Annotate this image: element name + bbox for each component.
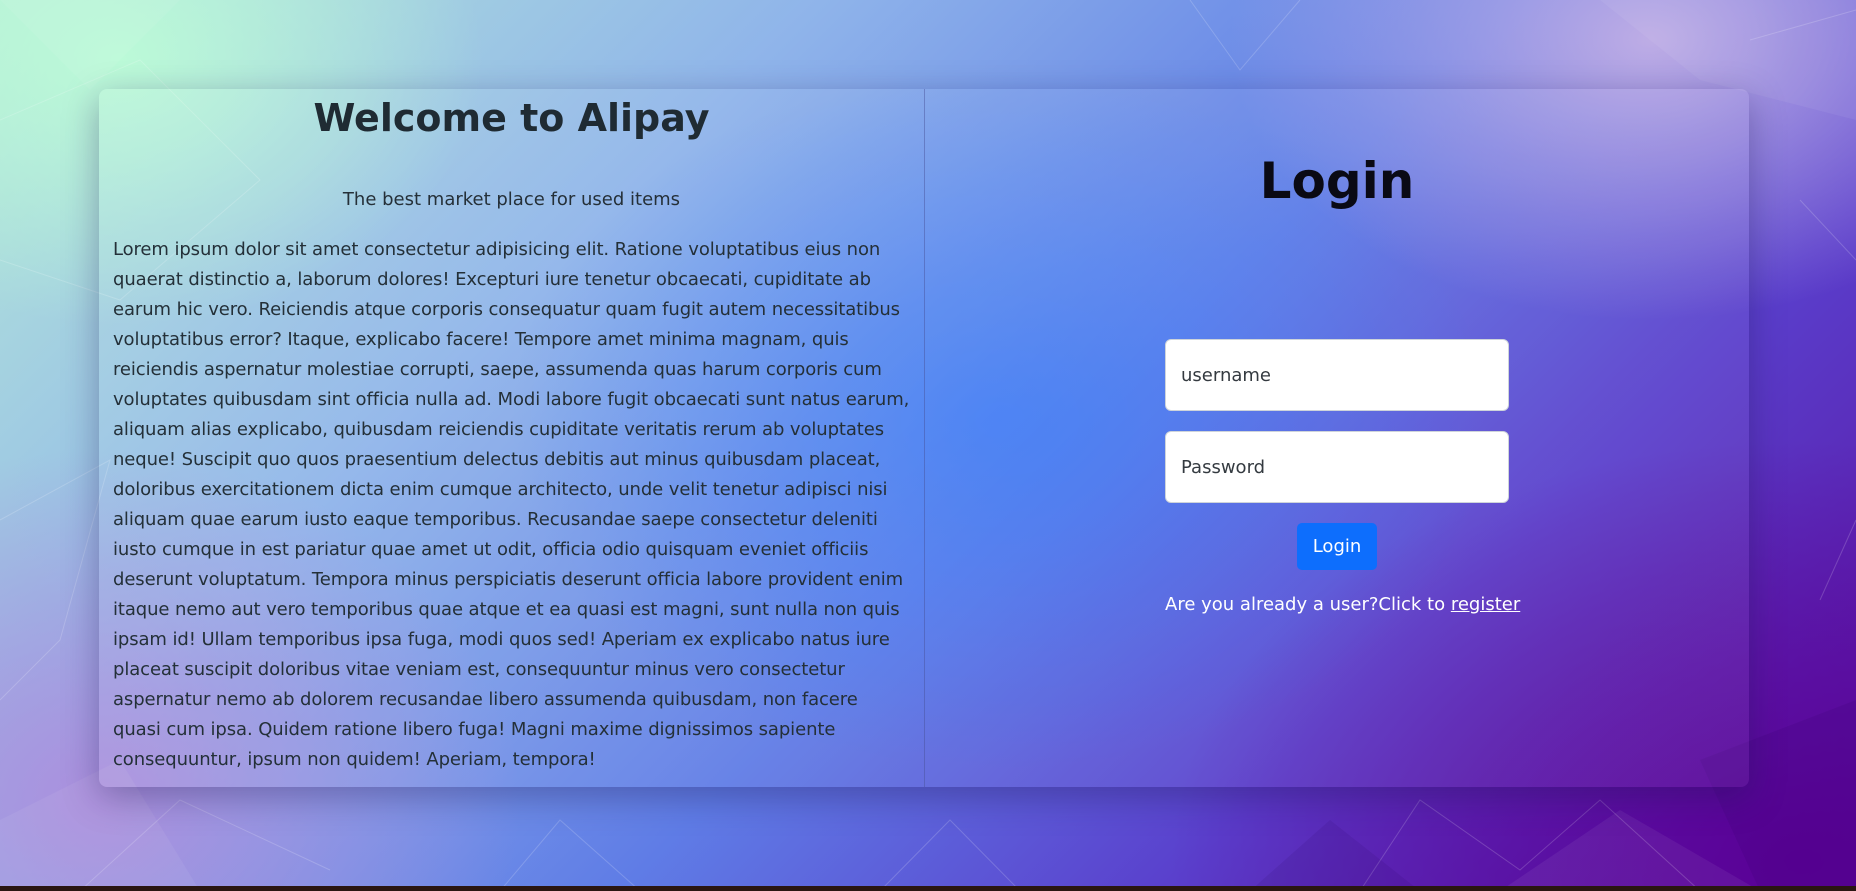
- login-button[interactable]: Login: [1296, 523, 1378, 570]
- welcome-title: Welcome to Alipay: [313, 96, 710, 140]
- login-panel: Login Login Are you already a user?Click…: [925, 89, 1749, 787]
- login-title: Login: [1259, 152, 1415, 210]
- description-text: Lorem ipsum dolor sit amet consectetur a…: [113, 239, 910, 770]
- username-input[interactable]: [1165, 339, 1509, 411]
- bottom-strip: [0, 886, 1856, 891]
- welcome-panel: Welcome to Alipay The best market place …: [99, 89, 925, 787]
- login-form: Login Are you already a user?Click to re…: [1165, 339, 1520, 618]
- tagline: The best market place for used items: [342, 189, 681, 210]
- register-prompt: Are you already a user?Click to register: [1165, 592, 1520, 618]
- register-prompt-text: Are you already a user?Click to: [1165, 594, 1451, 615]
- main-card: Welcome to Alipay The best market place …: [99, 89, 1749, 787]
- password-input[interactable]: [1165, 431, 1509, 503]
- register-link[interactable]: register: [1451, 594, 1520, 615]
